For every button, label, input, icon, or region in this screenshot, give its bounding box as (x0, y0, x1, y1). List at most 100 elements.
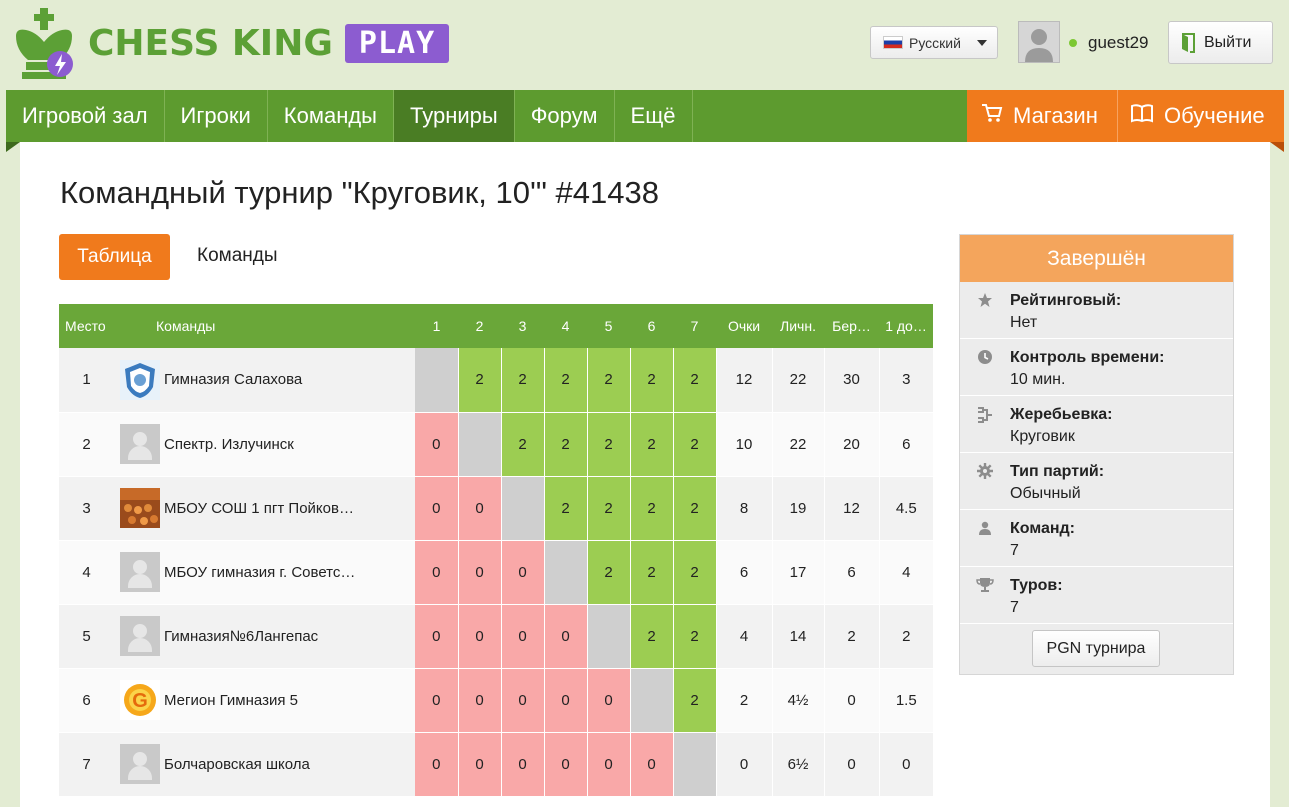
result-cell[interactable]: 0 (458, 604, 502, 669)
team-name[interactable]: Спектр. Излучинск (164, 412, 416, 477)
result-cell[interactable] (673, 732, 717, 797)
team-logo[interactable] (120, 488, 160, 528)
result-cell[interactable] (544, 540, 588, 605)
language-dropdown[interactable]: Русский (870, 26, 998, 59)
nav-shop-button[interactable]: Магазин (967, 90, 1118, 142)
result-cell[interactable]: 2 (630, 476, 674, 541)
col-place[interactable]: Место (59, 304, 114, 348)
result-cell[interactable]: 2 (544, 348, 588, 413)
nav-tab-players[interactable]: Игроки (165, 90, 268, 142)
result-cell[interactable]: 0 (501, 668, 545, 733)
team-name[interactable]: Гимназия№6Лангепас (164, 604, 416, 669)
result-cell[interactable]: 2 (587, 476, 631, 541)
result-cell[interactable]: 2 (630, 540, 674, 605)
result-cell[interactable]: 2 (501, 412, 545, 477)
result-cell[interactable]: 0 (415, 668, 459, 733)
result-cell[interactable]: 0 (458, 668, 502, 733)
nav-tab-teams[interactable]: Команды (268, 90, 394, 142)
team-logo-cell[interactable] (114, 732, 164, 797)
result-cell[interactable]: 0 (501, 604, 545, 669)
team-logo[interactable]: G (120, 680, 160, 720)
result-cell[interactable]: 2 (673, 348, 717, 413)
table-row[interactable]: 6 G Мегион Гимназия 5 0 0 0 0 0 2 2 4½ 0 1.5 (59, 668, 934, 733)
result-cell[interactable]: 0 (458, 476, 502, 541)
table-row[interactable]: 4 МБОУ гимназия г. Советс… 0 0 0 2 2 2 6 17 6 4 (59, 540, 934, 605)
team-logo[interactable] (120, 359, 160, 400)
result-cell[interactable]: 0 (544, 732, 588, 797)
result-cell[interactable]: 2 (544, 412, 588, 477)
result-cell[interactable]: 0 (630, 732, 674, 797)
result-cell[interactable]: 2 (458, 348, 502, 413)
result-cell[interactable]: 2 (630, 412, 674, 477)
table-row[interactable]: 2 Спектр. Излучинск 0 2 2 2 2 2 10 22 20 6 (59, 412, 934, 477)
result-cell[interactable]: 2 (587, 348, 631, 413)
table-row[interactable]: 7 Болчаровская школа 0 0 0 0 0 0 0 6½ 0 0 (59, 732, 934, 797)
result-cell[interactable]: 0 (587, 668, 631, 733)
tab-teams[interactable]: Команды (197, 245, 278, 267)
col-personal[interactable]: Личн. (772, 304, 825, 348)
team-logo[interactable] (120, 616, 160, 656)
result-cell[interactable]: 0 (415, 732, 459, 797)
result-cell[interactable]: 2 (501, 348, 545, 413)
chess-king-logo[interactable]: CHESS KING PLAY (10, 6, 450, 80)
nav-tab-more[interactable]: Ещё (615, 90, 693, 142)
team-name[interactable]: Мегион Гимназия 5 (164, 668, 416, 733)
result-cell[interactable]: 0 (501, 732, 545, 797)
table-row[interactable]: 3 МБОУ СОШ 1 пгт Пойков… 0 0 2 2 2 2 8 19 12 4.5 (59, 476, 934, 541)
col-first[interactable]: 1 до… (879, 304, 934, 348)
col-teams[interactable]: Команды (114, 304, 416, 348)
team-logo-cell[interactable] (114, 540, 164, 605)
result-cell[interactable] (587, 604, 631, 669)
team-name[interactable]: МБОУ СОШ 1 пгт Пойков… (164, 476, 416, 541)
result-cell[interactable] (458, 412, 502, 477)
team-logo[interactable] (120, 744, 160, 784)
result-cell[interactable] (630, 668, 674, 733)
username[interactable]: guest29 (1088, 33, 1149, 53)
pgn-download-button[interactable]: PGN турнира (1032, 630, 1160, 667)
result-cell[interactable]: 2 (630, 604, 674, 669)
result-cell[interactable] (501, 476, 545, 541)
result-cell[interactable]: 2 (630, 348, 674, 413)
result-cell[interactable]: 0 (458, 540, 502, 605)
team-name[interactable]: Болчаровская школа (164, 732, 416, 797)
result-cell[interactable]: 0 (544, 668, 588, 733)
logout-button[interactable]: Выйти (1168, 21, 1273, 64)
tab-table[interactable]: Таблица (59, 234, 170, 280)
result-cell[interactable]: 2 (544, 476, 588, 541)
result-cell[interactable]: 0 (587, 732, 631, 797)
nav-tab-forum[interactable]: Форум (515, 90, 615, 142)
result-cell[interactable]: 0 (544, 604, 588, 669)
result-cell[interactable]: 2 (673, 604, 717, 669)
result-cell[interactable]: 2 (673, 540, 717, 605)
result-cell[interactable] (415, 348, 459, 413)
result-cell[interactable]: 0 (415, 412, 459, 477)
col-points[interactable]: Очки (716, 304, 773, 348)
result-cell[interactable]: 0 (458, 732, 502, 797)
result-cell[interactable]: 0 (415, 540, 459, 605)
avatar[interactable] (1018, 21, 1060, 63)
table-row[interactable]: 1 Гимназия Салахова 2 2 2 2 2 2 12 22 30 3 (59, 348, 934, 413)
team-logo-cell[interactable] (114, 476, 164, 541)
team-logo-cell[interactable] (114, 412, 164, 477)
team-logo-cell[interactable]: G (114, 668, 164, 733)
result-cell[interactable]: 0 (415, 604, 459, 669)
result-cell[interactable]: 2 (673, 668, 717, 733)
place-cell: 6 (59, 668, 114, 733)
result-cell[interactable]: 0 (501, 540, 545, 605)
team-name[interactable]: Гимназия Салахова (164, 348, 416, 413)
result-cell[interactable]: 0 (415, 476, 459, 541)
result-cell[interactable]: 2 (673, 476, 717, 541)
nav-tab-tournaments[interactable]: Турниры (394, 90, 515, 142)
nav-tab-game-hall[interactable]: Игровой зал (6, 90, 165, 142)
result-cell[interactable]: 2 (587, 540, 631, 605)
team-logo-cell[interactable] (114, 604, 164, 669)
team-logo-cell[interactable] (114, 348, 164, 413)
result-cell[interactable]: 2 (673, 412, 717, 477)
nav-learn-button[interactable]: Обучение (1118, 90, 1284, 142)
team-logo[interactable] (120, 552, 160, 592)
team-name[interactable]: МБОУ гимназия г. Советс… (164, 540, 416, 605)
table-row[interactable]: 5 Гимназия№6Лангепас 0 0 0 0 2 2 4 14 2 2 (59, 604, 934, 669)
col-berger[interactable]: Бер… (824, 304, 880, 348)
result-cell[interactable]: 2 (587, 412, 631, 477)
team-logo[interactable] (120, 424, 160, 464)
